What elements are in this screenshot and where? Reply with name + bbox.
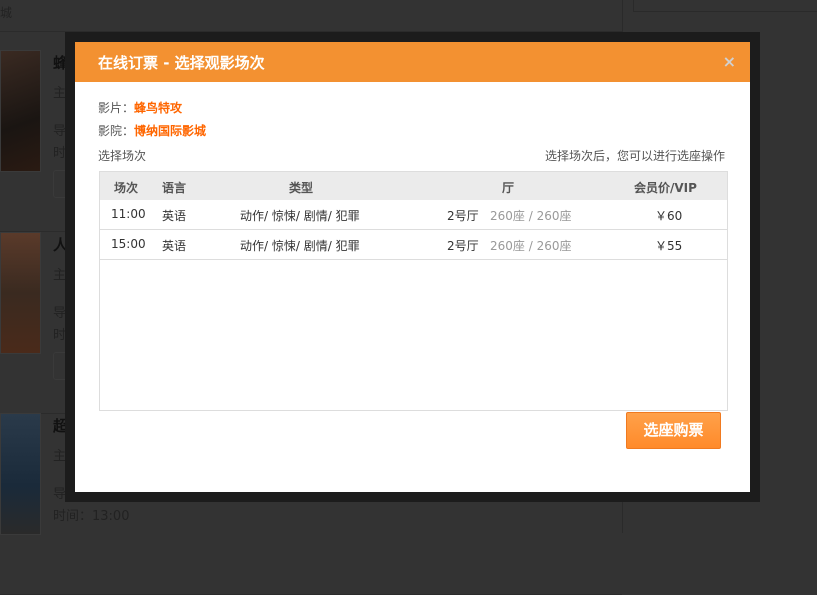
seats: 260座 / 260座 xyxy=(490,209,572,223)
col-price: 会员价/VIP xyxy=(634,181,697,195)
background-box xyxy=(633,0,817,12)
film-info: 影片：蜂鸟特攻 xyxy=(98,99,182,116)
select-showtime-label: 选择场次 xyxy=(98,149,147,163)
showtime: 11:00 xyxy=(111,207,146,221)
film-label: 影片： xyxy=(98,101,135,115)
background-top-text: 城 xyxy=(0,6,13,20)
cinema-label: 影院： xyxy=(98,124,135,138)
select-seat-buy-button[interactable]: 选座购票 xyxy=(626,412,721,449)
table-header: 场次 语言 类型 厅 会员价/VIP xyxy=(100,172,727,200)
price: ￥55 xyxy=(655,239,683,253)
price: ￥60 xyxy=(655,209,683,223)
col-hall: 厅 xyxy=(502,181,515,195)
movie-poster[interactable] xyxy=(0,50,41,172)
showtime: 15:00 xyxy=(111,237,146,251)
table-row[interactable]: 15:00 英语 动作/ 惊悚/ 剧情/ 犯罪 2号厅 260座 / 260座 … xyxy=(100,230,727,260)
col-genre: 类型 xyxy=(289,181,314,195)
genre: 动作/ 惊悚/ 剧情/ 犯罪 xyxy=(240,239,360,253)
booking-modal: 在线订票 - 选择观影场次 × 影片：蜂鸟特攻 影院：博纳国际影城 选择场次 选… xyxy=(75,42,750,492)
modal-title: 在线订票 - 选择观影场次 xyxy=(98,54,265,72)
language: 英语 xyxy=(162,239,187,253)
cinema-name: 博纳国际影城 xyxy=(134,124,207,138)
seats: 260座 / 260座 xyxy=(490,239,572,253)
genre: 动作/ 惊悚/ 剧情/ 犯罪 xyxy=(240,209,360,223)
background-header: 城 xyxy=(0,0,622,32)
film-name: 蜂鸟特攻 xyxy=(134,101,183,115)
hall: 2号厅 xyxy=(447,209,479,223)
movie-time: 时间：13:00 xyxy=(53,509,130,524)
movie-poster[interactable] xyxy=(0,413,41,535)
table-row[interactable]: 11:00 英语 动作/ 惊悚/ 剧情/ 犯罪 2号厅 260座 / 260座 … xyxy=(100,200,727,230)
col-language: 语言 xyxy=(162,181,187,195)
language: 英语 xyxy=(162,209,187,223)
close-icon[interactable]: × xyxy=(723,52,736,71)
modal-header: 在线订票 - 选择观影场次 × xyxy=(75,42,750,82)
cinema-info: 影院：博纳国际影城 xyxy=(98,122,206,139)
hall: 2号厅 xyxy=(447,239,479,253)
showtime-table: 场次 语言 类型 厅 会员价/VIP 11:00 英语 动作/ 惊悚/ 剧情/ … xyxy=(99,171,728,411)
select-note: 选择场次后，您可以进行选座操作 xyxy=(544,149,725,163)
col-time: 场次 xyxy=(114,181,139,195)
movie-poster[interactable] xyxy=(0,232,41,354)
